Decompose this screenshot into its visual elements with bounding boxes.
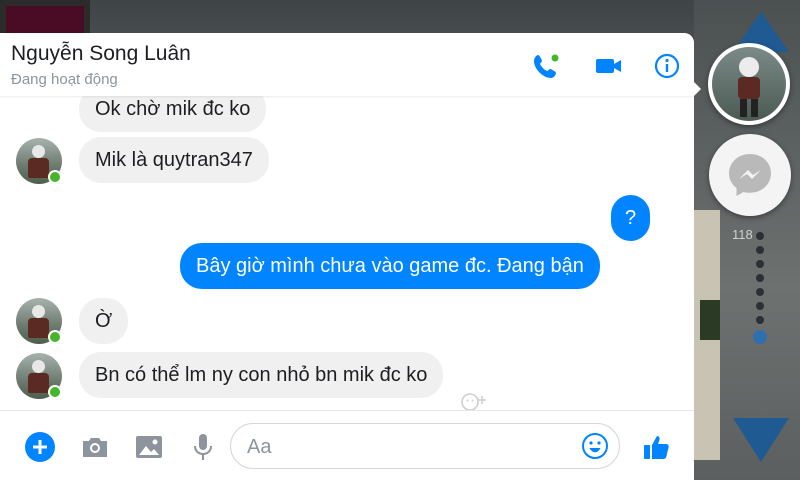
avatar-character-icon: [738, 57, 760, 117]
message-input[interactable]: Aa: [230, 423, 620, 469]
chat-head-contact[interactable]: [708, 43, 790, 125]
scroll-dot: [756, 232, 764, 240]
microphone-icon[interactable]: [187, 431, 219, 463]
add-icon[interactable]: [24, 431, 56, 463]
scroll-dot: [756, 260, 764, 268]
chat-head-avatar: [712, 47, 786, 121]
phone-icon[interactable]: [531, 51, 561, 81]
messenger-icon: [729, 154, 771, 196]
scroll-dot: [756, 316, 764, 324]
online-indicator: [48, 385, 62, 399]
list-count: 118: [732, 227, 753, 242]
online-indicator: [48, 170, 62, 184]
scroll-indicator: [753, 232, 767, 350]
message-outgoing[interactable]: ?: [611, 195, 651, 241]
avatar-figure-body: [28, 318, 49, 338]
chat-header: Nguyễn Song Luân Đang hoạt động: [0, 33, 694, 96]
avatar-figure-body: [28, 158, 49, 178]
video-camera-icon[interactable]: [594, 51, 624, 81]
scroll-dot: [756, 288, 764, 296]
avatar-figure-head: [32, 360, 45, 373]
message-list[interactable]: Ok chờ mik đc ko Mik là quytran347 ? Bây…: [0, 96, 694, 410]
background-panel: [6, 6, 84, 36]
avatar-figure-head: [32, 145, 45, 158]
message-incoming[interactable]: Ok chờ mik đc ko: [79, 96, 267, 132]
scroll-dot: [756, 274, 764, 282]
online-indicator: [48, 330, 62, 344]
message-outgoing[interactable]: Bây giờ mình chưa vào game đc. Đang bận: [180, 243, 600, 289]
avatar-figure-body: [28, 373, 49, 393]
add-reaction-icon[interactable]: [460, 390, 494, 410]
avatar-figure-head: [32, 305, 45, 318]
avatar[interactable]: [16, 138, 62, 184]
composer-bar: Aa: [0, 410, 694, 480]
scroll-dot: [756, 302, 764, 310]
message-input-placeholder: Aa: [247, 436, 272, 458]
camera-icon[interactable]: [79, 431, 111, 463]
info-icon[interactable]: [652, 51, 682, 81]
image-icon[interactable]: [133, 431, 165, 463]
message-incoming[interactable]: Mik là quytran347: [79, 137, 269, 183]
avatar[interactable]: [16, 298, 62, 344]
scroll-down-arrow-icon[interactable]: [733, 418, 789, 462]
messenger-chat-head[interactable]: [709, 134, 791, 216]
emoji-icon[interactable]: [581, 432, 609, 460]
message-incoming[interactable]: Ờ: [79, 298, 129, 344]
background-window: [700, 300, 720, 340]
contact-status: Đang hoạt động: [11, 71, 118, 88]
avatar[interactable]: [16, 353, 62, 399]
chat-panel: Nguyễn Song Luân Đang hoạt động Ok chờ m…: [0, 33, 694, 480]
scroll-dot-active: [753, 330, 767, 344]
message-incoming[interactable]: Bn có thể lm ny con nhỏ bn mik đc ko: [79, 352, 444, 398]
scroll-dot: [756, 246, 764, 254]
contact-name[interactable]: Nguyễn Song Luân: [11, 42, 191, 66]
like-thumb-icon[interactable]: [641, 431, 673, 463]
